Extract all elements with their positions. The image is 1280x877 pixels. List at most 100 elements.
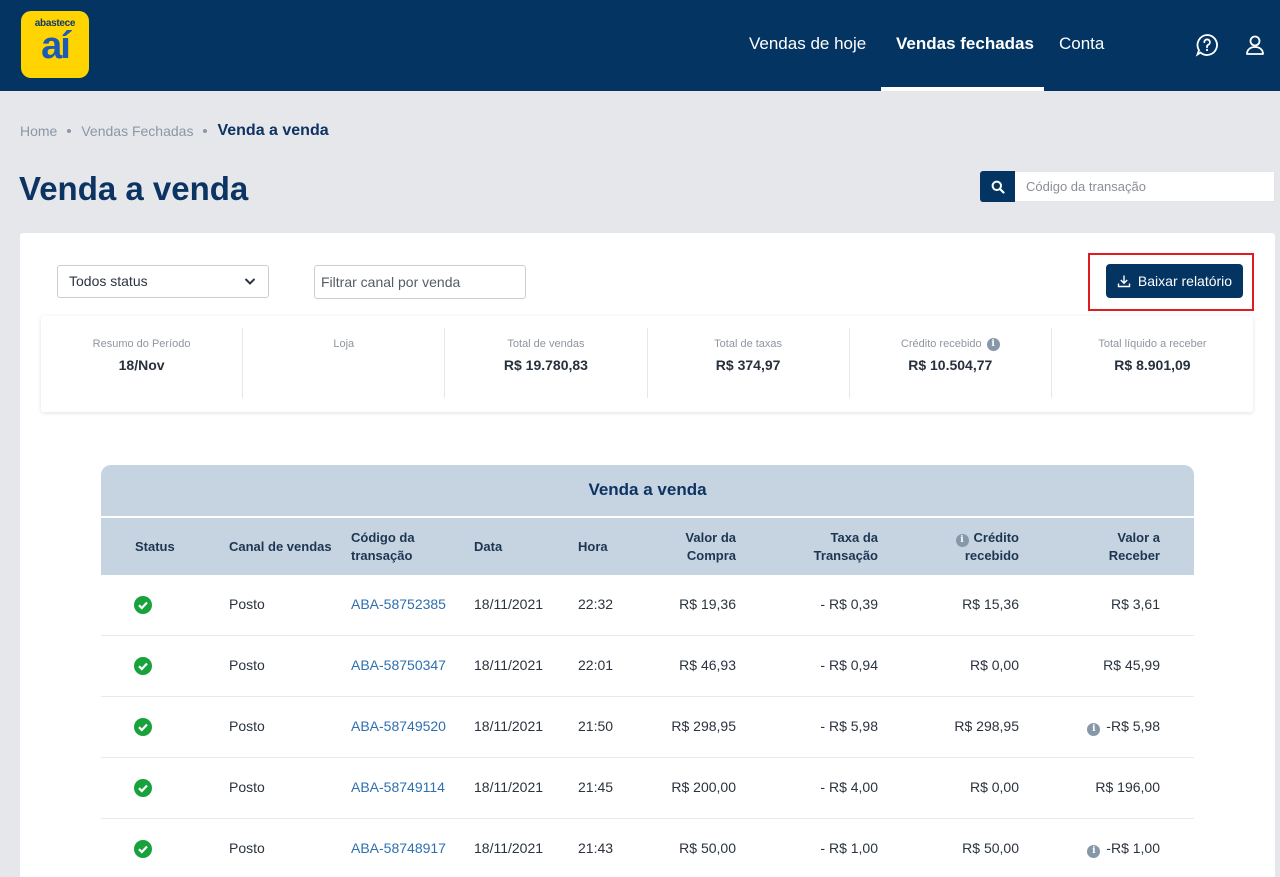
nav-item-vendas-de-hoje[interactable]: Vendas de hoje (749, 0, 866, 91)
sales-table: Venda a venda Status Canal de vendas Cód… (101, 465, 1194, 877)
help-icon[interactable] (1195, 33, 1219, 57)
col-data: Data (474, 539, 503, 554)
info-icon[interactable]: i (986, 337, 1000, 351)
cell-hora: 21:43 (578, 840, 614, 856)
cell-codigo-link[interactable]: ABA-58752385 (351, 596, 446, 612)
top-navigation-bar: abastece aí Vendas de hoje Vendas fechad… (0, 0, 1280, 91)
cell-credito: R$ 50,00 (962, 840, 1019, 856)
logo[interactable]: abastece aí (21, 11, 89, 78)
cell-codigo-link[interactable]: ABA-58749520 (351, 718, 446, 734)
cell-receber: R$ 45,99 (1103, 657, 1160, 673)
cell-taxa: - R$ 4,00 (820, 779, 878, 795)
cell-credito: R$ 0,00 (969, 657, 1019, 673)
nav-item-conta[interactable]: Conta (1059, 0, 1104, 91)
table-row[interactable]: Posto ABA-58749114 18/11/2021 21:45 R$ 2… (101, 758, 1194, 819)
breadcrumb-separator (67, 129, 72, 133)
breadcrumb-home[interactable]: Home (20, 123, 57, 139)
check-circle-icon (134, 718, 152, 736)
cell-data: 18/11/2021 (474, 779, 544, 795)
cell-codigo-link[interactable]: ABA-58749114 (351, 779, 445, 795)
search-button[interactable] (980, 171, 1015, 202)
search-input[interactable] (1015, 171, 1275, 202)
transaction-search (980, 171, 1275, 202)
cell-canal: Posto (229, 657, 265, 673)
summary-credito-recebido: Crédito recebido i R$ 10.504,77 (850, 328, 1052, 398)
page-title: Venda a venda (19, 170, 249, 207)
col-valor-line1: Valor da (685, 530, 736, 545)
cell-taxa: - R$ 5,98 (820, 718, 878, 734)
status-filter-value: Todos status (69, 273, 148, 289)
chevron-down-icon (244, 278, 256, 285)
summary-label-text: Crédito recebido (900, 338, 982, 350)
download-report-button[interactable]: Baixar relatório (1106, 264, 1243, 298)
col-taxa: Taxa da Transação (814, 529, 878, 565)
col-canal: Canal de vendas (229, 539, 332, 554)
summary-total-taxas: Total de taxas R$ 374,97 (648, 328, 850, 398)
check-circle-icon (134, 657, 152, 675)
table-row[interactable]: Posto ABA-58752385 18/11/2021 22:32 R$ 1… (101, 575, 1194, 636)
period-summary: Resumo do Período 18/Nov Loja Total de v… (41, 316, 1253, 412)
summary-label: Resumo do Período (92, 338, 191, 350)
cell-data: 18/11/2021 (474, 840, 544, 856)
summary-total-vendas: Total de vendas R$ 19.780,83 (445, 328, 648, 398)
col-codigo-line2: transação (351, 548, 413, 563)
cell-valor: R$ 46,93 (679, 657, 736, 673)
cell-taxa: - R$ 1,00 (820, 840, 878, 856)
channel-filter-input[interactable] (314, 265, 526, 299)
summary-value: R$ 10.504,77 (908, 357, 993, 373)
col-codigo-line1: Código da (351, 530, 415, 545)
cell-hora: 21:45 (578, 779, 614, 795)
col-taxa-line2: Transação (813, 548, 878, 563)
cell-receber-value: -R$ 1,00 (1106, 840, 1160, 856)
table-row[interactable]: Posto ABA-58749520 18/11/2021 21:50 R$ 2… (101, 697, 1194, 758)
cell-hora: 21:50 (578, 718, 614, 734)
status-filter-select[interactable]: Todos status (57, 265, 269, 298)
table-row[interactable]: Posto ABA-58750347 18/11/2021 22:01 R$ 4… (101, 636, 1194, 697)
summary-loja: Loja (243, 328, 446, 398)
report-card: Todos status Baixar relatório Resumo do … (20, 233, 1275, 877)
cell-valor: R$ 19,36 (679, 596, 736, 612)
info-icon[interactable]: i (1087, 723, 1101, 736)
cell-codigo-link[interactable]: ABA-58750347 (351, 657, 446, 673)
summary-label: Total líquido a receber (1098, 338, 1207, 350)
table-header: Status Canal de vendas Código da transaç… (101, 516, 1194, 575)
col-valor: Valor da Compra (685, 529, 736, 565)
nav-item-vendas-fechadas[interactable]: Vendas fechadas (896, 0, 1034, 91)
summary-value: R$ 8.901,09 (1114, 357, 1191, 373)
user-icon[interactable] (1243, 33, 1267, 57)
cell-data: 18/11/2021 (474, 718, 544, 734)
logo-text-big: aí (41, 25, 71, 67)
summary-label: Total de taxas (714, 338, 783, 350)
cell-receber-value: -R$ 5,98 (1106, 718, 1160, 734)
download-icon (1117, 275, 1131, 288)
col-hora: Hora (578, 539, 608, 554)
check-circle-icon (134, 596, 152, 614)
breadcrumb-current: Venda a venda (217, 122, 329, 139)
col-credito-line2: recebido (964, 548, 1019, 563)
summary-periodo: Resumo do Período 18/Nov (41, 328, 244, 398)
col-credito-line1: i Crédito (955, 529, 1019, 547)
info-icon[interactable]: i (955, 534, 969, 547)
cell-taxa: - R$ 0,94 (820, 657, 878, 673)
col-taxa-line1: Taxa da (830, 530, 878, 545)
summary-total-liquido: Total líquido a receber R$ 8.901,09 (1052, 328, 1253, 398)
table-row[interactable]: Posto ABA-58748917 18/11/2021 21:43 R$ 5… (101, 819, 1194, 877)
cell-canal: Posto (229, 779, 265, 795)
col-valor-line2: Compra (686, 548, 736, 563)
summary-label: Total de vendas (507, 338, 585, 350)
cell-data: 18/11/2021 (474, 596, 544, 612)
info-icon[interactable]: i (1087, 845, 1101, 858)
cell-codigo-link[interactable]: ABA-58748917 (351, 840, 446, 856)
cell-valor: R$ 200,00 (671, 779, 736, 795)
cell-hora: 22:32 (578, 596, 614, 612)
col-receber-line1: Valor a (1117, 530, 1160, 545)
cell-canal: Posto (229, 840, 265, 856)
breadcrumb-vendas-fechadas[interactable]: Vendas Fechadas (81, 123, 193, 139)
col-receber: Valor a Receber (1109, 529, 1160, 565)
summary-value: R$ 374,97 (715, 357, 781, 373)
summary-label: Crédito recebido i (850, 337, 1051, 351)
cell-hora: 22:01 (578, 657, 614, 673)
check-circle-icon (134, 779, 152, 797)
cell-valor: R$ 50,00 (679, 840, 736, 856)
cell-valor: R$ 298,95 (671, 718, 736, 734)
